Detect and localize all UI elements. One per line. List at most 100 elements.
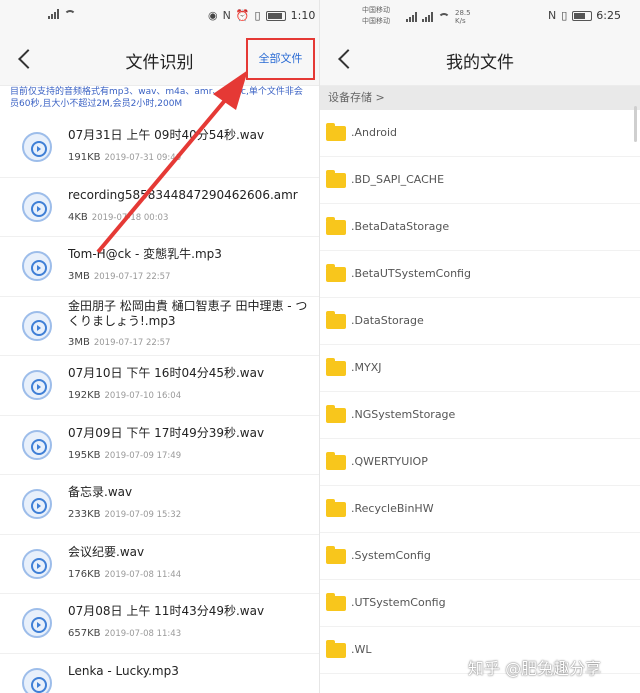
signal-icon-2	[422, 12, 433, 22]
signal-icon	[406, 12, 417, 22]
folder-icon	[326, 640, 346, 658]
audio-file-icon	[22, 132, 52, 162]
file-meta: 4KB 2019-07-18 00:03	[68, 212, 168, 223]
file-meta: 191KB 2019-07-31 09:40	[68, 152, 181, 163]
audio-file-icon	[22, 608, 52, 638]
folder-name: .NGSystemStorage	[351, 408, 456, 421]
folder-icon	[326, 264, 346, 282]
folder-icon	[326, 311, 346, 329]
file-name: 金田朋子 松岡由貴 樋口智恵子 田中理恵 - つくりましょう!.mp3	[68, 298, 308, 328]
folder-row[interactable]: .QWERTYUIOP	[320, 439, 640, 486]
breadcrumb[interactable]: 设备存储 >	[320, 86, 640, 110]
folder-name: .BD_SAPI_CACHE	[351, 173, 445, 186]
folder-row[interactable]: .BD_SAPI_CACHE	[320, 157, 640, 204]
eye-icon: ◉	[208, 9, 218, 22]
file-name: 07月08日 上午 11时43分49秒.wav	[68, 604, 265, 618]
audio-file-icon	[22, 370, 52, 400]
file-meta: 195KB 2019-07-09 17:49	[68, 450, 181, 461]
file-date: 2019-07-18 00:03	[91, 212, 169, 223]
status-time: 6:25	[596, 9, 621, 22]
file-date: 2019-07-08 11:43	[104, 629, 182, 639]
scrollbar[interactable]	[634, 106, 637, 142]
folder-icon	[326, 405, 346, 423]
file-name: 07月09日 下午 17时49分39秒.wav	[68, 425, 265, 440]
nfc-icon: N	[222, 9, 231, 22]
file-row[interactable]: 金田朋子 松岡由貴 樋口智恵子 田中理恵 - つくりましょう!.mp3 3MB 20…	[0, 297, 319, 356]
left-phone-screen: ◉ N ⏰ ▯ 1:10 文件识别 全部文件 目前仅支持的音频格式有mp3、wa…	[0, 0, 320, 693]
folder-row[interactable]: .UTSystemConfig	[320, 580, 640, 627]
status-bar-right: 中国移动 中国移动 28.5 K/s N ▯ 82 6:25	[320, 0, 640, 32]
folder-row[interactable]: .SystemConfig	[320, 533, 640, 580]
file-date: 2019-07-17 22:57	[93, 272, 171, 282]
folder-icon	[326, 546, 346, 564]
battery-icon	[572, 10, 593, 21]
vibrate-icon: ▯	[254, 9, 261, 22]
file-row[interactable]: 会议纪要.wav 176KB 2019-07-08 11:44	[0, 535, 319, 594]
folder-name: .WL	[351, 643, 372, 656]
file-name: 会议纪要.wav	[68, 544, 145, 559]
folder-name: .QWERTYUIOP	[351, 455, 428, 468]
folder-icon	[326, 123, 346, 141]
status-time: 1:10	[290, 9, 316, 22]
file-date: 2019-07-17 22:57	[93, 337, 171, 348]
file-row[interactable]: 07月09日 下午 17时49分39秒.wav 195KB 2019-07-09 1…	[0, 416, 319, 475]
folder-row[interactable]: .BetaUTSystemConfig	[320, 251, 640, 298]
wifi-icon	[64, 10, 76, 18]
folder-icon	[326, 170, 346, 188]
file-row[interactable]: Tom-H@ck - 変態乳牛.mp3 3MB 2019-07-17 22:57	[0, 237, 319, 297]
file-date: 2019-07-31 09:40	[104, 153, 182, 163]
format-notice: 目前仅支持的音频格式有mp3、wav、m4a、amr、...aac,单个文件非会…	[0, 86, 319, 116]
folder-row[interactable]: .DataStorage	[320, 298, 640, 345]
folder-row[interactable]: .MYXJ	[320, 345, 640, 392]
file-row[interactable]: Lenka - Lucky.mp3	[0, 654, 319, 693]
vibrate-icon: ▯	[561, 9, 568, 22]
audio-file-icon	[22, 251, 52, 281]
audio-file-icon	[22, 191, 52, 222]
right-phone-screen: 中国移动 中国移动 28.5 K/s N ▯ 82 6:25 我的文件 设备存储…	[320, 0, 640, 693]
file-row[interactable]: 07月10日 下午 16时04分45秒.wav 192KB 2019-07-10 1…	[0, 356, 319, 416]
alarm-icon: ⏰	[235, 9, 250, 22]
carrier-group: 中国移动 中国移动	[362, 5, 390, 26]
file-name: Lenka - Lucky.mp3	[68, 663, 179, 678]
file-row[interactable]: recording5858344847290462606.amr 4KB 2019-…	[0, 178, 319, 237]
folder-name: .DataStorage	[351, 314, 424, 327]
status-right-2: N ▯ 82 6:25	[548, 9, 621, 22]
folder-row[interactable]: .BetaDataStorage	[320, 204, 640, 251]
watermark: 知乎 @肥兔趣分享	[468, 659, 602, 678]
file-size: 176KB	[68, 568, 101, 580]
file-meta: 657KB 2019-07-08 11:43	[68, 628, 181, 639]
folder-icon	[326, 499, 346, 517]
folder-row[interactable]: .Android	[320, 110, 640, 157]
signal-icon	[48, 9, 59, 19]
file-meta: 192KB 2019-07-10 16:04	[68, 390, 181, 401]
all-files-button[interactable]: 全部文件	[246, 38, 315, 80]
folder-name: .UTSystemConfig	[351, 596, 446, 609]
carrier-1: 中国移动	[362, 6, 390, 14]
folder-icon	[326, 452, 346, 470]
carrier-2: 中国移动	[362, 17, 390, 25]
file-size: 195KB	[68, 449, 101, 461]
audio-file-icon	[22, 489, 52, 519]
folder-row[interactable]: .RecycleBinHW	[320, 486, 640, 533]
nfc-icon: N	[548, 9, 557, 22]
folder-icon	[326, 217, 346, 235]
file-row[interactable]: 07月31日 上午 09时40分54秒.wav 191KB 2019-07-31 0…	[0, 118, 319, 178]
file-row[interactable]: 备忘录.wav 233KB 2019-07-09 15:32	[0, 475, 319, 535]
file-name: Tom-H@ck - 変態乳牛.mp3	[68, 247, 222, 261]
folder-list: .Android .BD_SAPI_CACHE .BetaDataStorage .B…	[320, 110, 640, 674]
folder-name: .Android	[351, 126, 398, 139]
file-name: 07月10日 下午 16时04分45秒.wav	[68, 366, 265, 380]
file-meta: 233KB 2019-07-09 15:32	[68, 509, 181, 520]
file-meta: 3MB 2019-07-17 22:57	[68, 337, 170, 348]
file-date: 2019-07-09 17:49	[104, 450, 182, 461]
file-row[interactable]: 07月08日 上午 11时43分49秒.wav 657KB 2019-07-08 1…	[0, 594, 319, 654]
file-size: 657KB	[68, 628, 101, 639]
file-meta	[68, 688, 72, 693]
folder-row[interactable]: .NGSystemStorage	[320, 392, 640, 439]
audio-file-icon	[22, 310, 52, 341]
file-size: 233KB	[68, 509, 101, 520]
file-date: 2019-07-10 16:04	[104, 391, 182, 401]
signal-group-right: 28.5 K/s	[406, 9, 477, 25]
file-name: 07月31日 上午 09时40分54秒.wav	[68, 128, 265, 142]
battery-icon	[265, 10, 286, 21]
